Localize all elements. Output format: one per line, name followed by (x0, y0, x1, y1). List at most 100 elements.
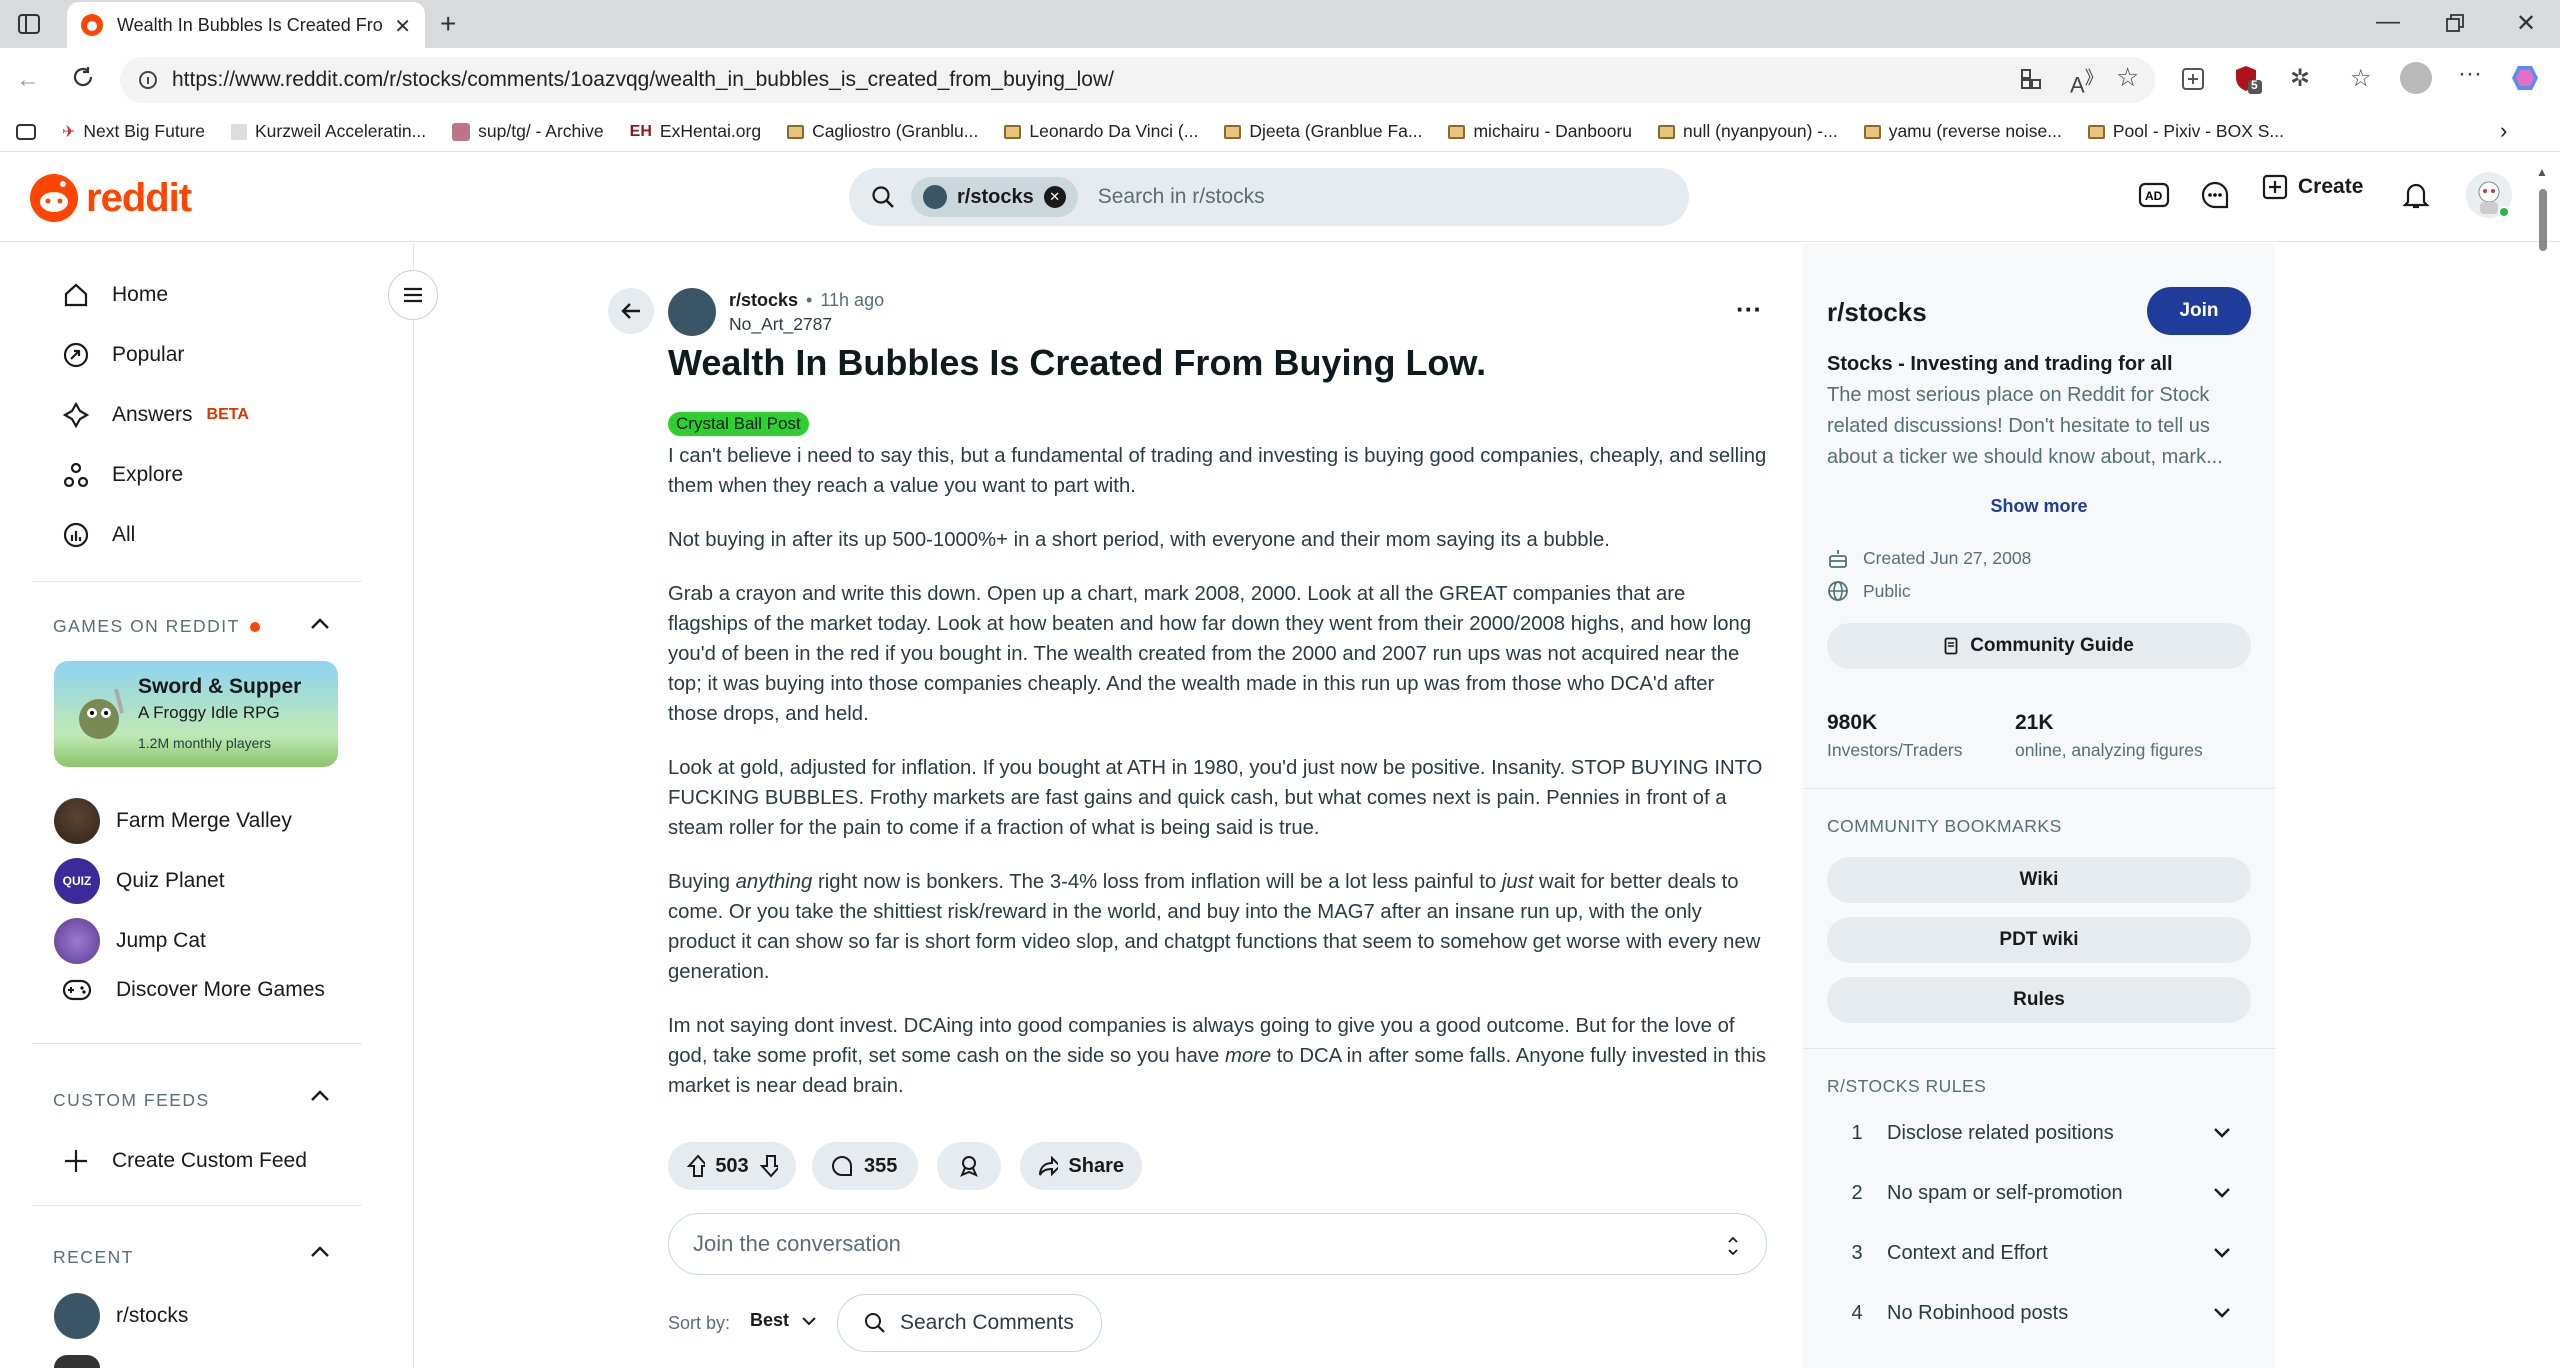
chevron-up-icon[interactable] (310, 1089, 330, 1103)
svg-text:AD: AD (2145, 189, 2163, 203)
site-info-icon[interactable] (138, 69, 158, 91)
chat-icon[interactable] (2200, 180, 2230, 210)
reddit-logo[interactable]: reddit (30, 174, 192, 222)
profile-avatar[interactable] (2400, 62, 2432, 94)
award-button[interactable] (937, 1142, 1001, 1190)
post-flair[interactable]: Crystal Ball Post (668, 412, 809, 436)
subreddit-avatar[interactable] (668, 288, 716, 336)
community-guide-button[interactable]: Community Guide (1827, 623, 2251, 669)
back-icon[interactable]: ← (16, 66, 40, 94)
games-section-title[interactable]: GAMES ON REDDIT (53, 616, 260, 637)
game-quiz-planet[interactable]: QUIZ Quiz Planet (54, 858, 225, 904)
community-description: The most serious place on Reddit for Sto… (1827, 384, 2223, 468)
show-more-link[interactable]: Show more (1803, 496, 2275, 517)
bookmark-item[interactable]: null (nyanpyoun) -... (1658, 121, 1838, 142)
refresh-icon[interactable] (70, 64, 96, 90)
close-tab-icon[interactable]: ✕ (394, 14, 411, 39)
nav-answers[interactable]: Answers BETA (62, 401, 249, 429)
upvote-icon[interactable] (686, 1154, 706, 1178)
bookmark-pdt-wiki-button[interactable]: PDT wiki (1827, 917, 2251, 963)
community-name[interactable]: r/stocks (1827, 297, 1927, 328)
nav-popular[interactable]: Popular (62, 341, 184, 369)
bookmark-item[interactable]: sup/tg/ - Archive (452, 121, 604, 142)
close-window-icon[interactable]: ✕ (2516, 9, 2536, 38)
page-scrollbar[interactable]: ▲ (2536, 165, 2550, 1365)
bookmark-item[interactable]: Pool - Pixiv - BOX S... (2087, 121, 2284, 142)
post-subreddit-link[interactable]: r/stocks (729, 290, 798, 311)
nav-all[interactable]: All (62, 521, 135, 549)
bookmarks-toggle-icon[interactable] (16, 123, 36, 140)
favorite-star-icon[interactable]: ☆ (2116, 62, 2139, 93)
chevron-up-icon[interactable] (310, 617, 330, 631)
rule-item[interactable]: 3 Context and Effort (1827, 1233, 2251, 1273)
recent-item-partial[interactable] (54, 1355, 100, 1368)
bookmark-item[interactable]: michairu - Danbooru (1448, 121, 1632, 142)
recent-item[interactable]: r/stocks (54, 1293, 188, 1339)
app-available-icon[interactable] (2020, 68, 2042, 90)
create-post-button[interactable]: Create (2262, 174, 2363, 200)
new-tab-icon[interactable]: + (440, 8, 456, 40)
comments-button[interactable]: 355 (812, 1142, 918, 1190)
custom-feeds-title[interactable]: CUSTOM FEEDS (53, 1090, 210, 1111)
ublock-shield-icon[interactable]: 5 (2234, 64, 2262, 94)
browser-tab-bar: Wealth In Bubbles Is Created From Buying… (0, 0, 2560, 48)
bookmark-item[interactable]: Cagliostro (Granblu... (787, 121, 978, 142)
rule-item[interactable]: 4 No Robinhood posts (1827, 1293, 2251, 1333)
share-button[interactable]: Share (1020, 1142, 1142, 1190)
discover-more-games[interactable]: Discover More Games (54, 978, 325, 1002)
bookmarks-overflow-chevron-icon[interactable]: › (2500, 118, 2507, 144)
copilot-icon[interactable] (2510, 62, 2542, 94)
post-author[interactable]: No_Art_2787 (729, 314, 832, 335)
answers-icon (62, 401, 90, 429)
nav-home[interactable]: Home (62, 281, 168, 309)
search-bar[interactable]: r/stocks ✕ Search in r/stocks (849, 168, 1689, 226)
extension-icon-1[interactable] (2182, 68, 2204, 90)
nav-explore[interactable]: Explore (62, 461, 183, 489)
more-menu-icon[interactable]: ··· (2458, 60, 2482, 88)
bookmark-item[interactable]: EH ExHentai.org (630, 121, 761, 142)
game-farm-merge-valley[interactable]: Farm Merge Valley (54, 798, 292, 844)
notifications-bell-icon[interactable] (2402, 180, 2430, 210)
beta-badge: BETA (206, 406, 249, 423)
bookmark-item[interactable]: ✈ Next Big Future (62, 121, 205, 142)
rule-item[interactable]: 1 Disclose related positions (1827, 1113, 2251, 1153)
collapse-sidebar-button[interactable] (388, 270, 438, 320)
back-button[interactable] (608, 288, 654, 334)
bookmark-item[interactable]: yamu (reverse noise... (1863, 121, 2062, 142)
post-paragraph: Im not saying dont invest. DCAing into g… (668, 1015, 1767, 1097)
bookmark-wiki-button[interactable]: Wiki (1827, 857, 2251, 903)
browser-tab-active[interactable]: Wealth In Bubbles Is Created From Buying… (67, 2, 425, 48)
search-input[interactable]: Search in r/stocks (1098, 185, 1265, 209)
minimize-icon[interactable]: — (2376, 8, 2400, 36)
sort-dropdown[interactable]: Best (750, 1310, 817, 1331)
favorites-icon[interactable]: ☆ (2350, 64, 2372, 93)
search-comments-input[interactable]: Search Comments (837, 1294, 1102, 1352)
user-avatar[interactable] (2466, 172, 2512, 218)
restore-icon[interactable] (2446, 14, 2464, 32)
comment-input[interactable]: Join the conversation (668, 1213, 1767, 1275)
extensions-puzzle-icon[interactable]: ✲ (2290, 64, 2310, 93)
chevron-up-icon[interactable] (310, 1245, 330, 1259)
bookmark-item[interactable]: Kurzweil Acceleratin... (230, 121, 426, 142)
bookmark-rules-button[interactable]: Rules (1827, 977, 2251, 1023)
scrollbar-thumb[interactable] (2539, 189, 2547, 251)
bookmark-item[interactable]: Leonardo Da Vinci (... (1004, 121, 1198, 142)
recent-title[interactable]: RECENT (53, 1247, 134, 1268)
post-overflow-menu-icon[interactable]: ··· (1736, 294, 1762, 325)
downvote-icon[interactable] (759, 1154, 778, 1178)
quiz-planet-icon: QUIZ (54, 858, 100, 904)
url-bar[interactable]: https://www.reddit.com/r/stocks/comments… (120, 57, 2155, 103)
subreddit-search-chip[interactable]: r/stocks ✕ (911, 177, 1078, 217)
rule-item[interactable]: 2 No spam or self-promotion (1827, 1173, 2251, 1213)
bookmark-item[interactable]: Djeeta (Granblue Fa... (1224, 121, 1422, 142)
advertise-icon[interactable]: AD (2138, 180, 2170, 210)
game-jump-cat[interactable]: Jump Cat (54, 918, 206, 964)
url-text: https://www.reddit.com/r/stocks/comments… (172, 68, 1114, 91)
clear-chip-icon[interactable]: ✕ (1043, 186, 1066, 208)
read-aloud-icon[interactable]: A》 (2070, 64, 2103, 98)
expand-input-icon[interactable] (1728, 1234, 1738, 1258)
sidebar-toggle-icon[interactable] (18, 14, 40, 34)
create-custom-feed[interactable]: Create Custom Feed (62, 1147, 307, 1175)
featured-game-card[interactable]: Sword & Supper A Froggy Idle RPG 1.2M mo… (54, 661, 338, 767)
join-button[interactable]: Join (2147, 287, 2251, 335)
